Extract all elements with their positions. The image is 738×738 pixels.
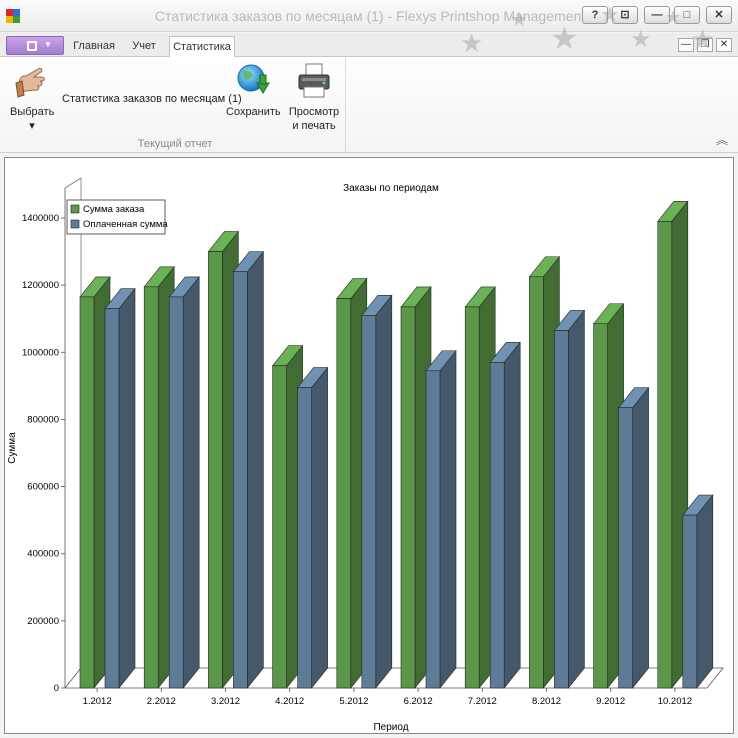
- save-button[interactable]: Сохранить: [226, 61, 281, 119]
- y-tick-label: 1000000: [22, 347, 59, 358]
- y-axis-label: Сумма: [7, 432, 18, 464]
- legend-swatch: [70, 219, 80, 229]
- legend-swatch: [70, 204, 80, 214]
- y-tick-label: 1400000: [22, 213, 59, 224]
- fullscreen-button[interactable]: ⊡: [612, 6, 638, 24]
- help-button[interactable]: ?: [582, 6, 608, 24]
- mdi-close-button[interactable]: ✕: [716, 38, 732, 52]
- legend-label: Сумма заказа: [83, 204, 145, 215]
- bar-side: [182, 276, 200, 689]
- x-tick-label: 5.2012: [339, 696, 368, 707]
- x-tick-label: 2.2012: [147, 696, 176, 707]
- bar: [233, 271, 248, 689]
- bar: [361, 315, 377, 689]
- maximize-button[interactable]: □: [674, 6, 700, 24]
- y-tick-label: 400000: [27, 549, 59, 560]
- print-label-line2: и печать: [292, 120, 336, 132]
- ribbon-tab-row: ▼ Главная Учет Статистика — ❐ ✕: [0, 33, 738, 58]
- x-tick-label: 4.2012: [275, 696, 304, 707]
- select-report-button[interactable]: Выбрать ▾: [10, 61, 54, 133]
- bar: [425, 370, 441, 689]
- bar: [400, 306, 416, 689]
- app-logo-icon[interactable]: [6, 9, 20, 23]
- printer-icon: [298, 63, 330, 98]
- y-tick-label: 600000: [27, 482, 59, 493]
- save-label: Сохранить: [226, 106, 281, 118]
- tab-home[interactable]: Главная: [68, 36, 120, 58]
- bar: [143, 286, 159, 689]
- close-button[interactable]: ✕: [706, 6, 732, 24]
- chart-title: Заказы по периодам: [343, 183, 439, 194]
- bar: [297, 387, 312, 689]
- bar: [593, 323, 608, 689]
- bar: [657, 221, 673, 689]
- bar: [618, 407, 633, 689]
- x-tick-label: 6.2012: [404, 696, 433, 707]
- mdi-restore-button[interactable]: ❐: [697, 38, 713, 52]
- print-preview-button[interactable]: Просмотр и печать: [286, 61, 342, 133]
- ribbon-panel: Выбрать ▾ Статистика заказов по месяцам …: [0, 57, 738, 153]
- print-label-line1: Просмотр: [288, 106, 340, 118]
- bar-side: [247, 250, 264, 689]
- y-tick-label: 1200000: [22, 280, 59, 291]
- application-menu-button[interactable]: ▼: [6, 36, 64, 55]
- bar: [682, 514, 698, 689]
- bar: [464, 306, 480, 689]
- app-menu-icon: [27, 41, 37, 51]
- bar-side: [632, 386, 649, 689]
- select-report-label: Выбрать: [10, 106, 55, 118]
- tab-accounting[interactable]: Учет: [122, 36, 166, 58]
- bar-side: [568, 309, 585, 689]
- bar: [336, 298, 352, 689]
- bar-side: [118, 287, 136, 689]
- y-tick-label: 200000: [27, 616, 59, 627]
- bar: [529, 276, 544, 689]
- x-tick-label: 1.2012: [83, 696, 112, 707]
- title-bar: Статистика заказов по месяцам (1) - Flex…: [0, 0, 738, 32]
- minimize-button[interactable]: —: [644, 6, 670, 24]
- bar-side: [375, 294, 393, 689]
- pointing-hand-icon: [15, 67, 45, 98]
- bar-side: [696, 494, 714, 689]
- x-tick-label: 7.2012: [468, 696, 497, 707]
- ribbon-group-label: Текущий отчет: [137, 138, 213, 150]
- bar-side: [503, 341, 521, 689]
- chevron-down-icon: ▾: [29, 120, 35, 132]
- bar-side: [439, 349, 457, 689]
- tab-statistics[interactable]: Статистика: [169, 36, 235, 58]
- save-globe-icon: [237, 64, 270, 94]
- x-tick-label: 10.2012: [658, 696, 692, 707]
- mdi-minimize-button[interactable]: —: [678, 38, 694, 52]
- bar: [79, 296, 95, 689]
- current-report-name: Статистика заказов по месяцам (1): [62, 93, 242, 105]
- bar: [168, 296, 184, 689]
- y-tick-label: 800000: [27, 414, 59, 425]
- legend-label: Оплаченная сумма: [83, 219, 168, 230]
- bar: [489, 362, 505, 689]
- chart-canvas: Заказы по периодам Период Сумма 0 200000 4000…: [7, 177, 724, 733]
- y-tick-label: 0: [54, 683, 59, 694]
- bar: [554, 330, 569, 689]
- back-wall-top: [64, 177, 82, 189]
- collapse-ribbon-icon[interactable]: ︽: [716, 131, 728, 148]
- x-tick-label: 8.2012: [532, 696, 561, 707]
- x-tick-label: 3.2012: [211, 696, 240, 707]
- x-axis-label: Период: [373, 722, 408, 733]
- ribbon-group-current-report: Выбрать ▾ Статистика заказов по месяцам …: [4, 57, 346, 153]
- bar: [104, 308, 120, 689]
- bar: [208, 251, 223, 689]
- bar-side: [311, 366, 328, 689]
- chevron-down-icon: ▼: [44, 40, 52, 49]
- window-title: Статистика заказов по месяцам (1) - Flex…: [154, 8, 586, 24]
- chart-panel: Заказы по периодам Период Сумма 0 200000 4000…: [4, 157, 734, 734]
- bar: [272, 365, 287, 689]
- x-tick-label: 9.2012: [596, 696, 625, 707]
